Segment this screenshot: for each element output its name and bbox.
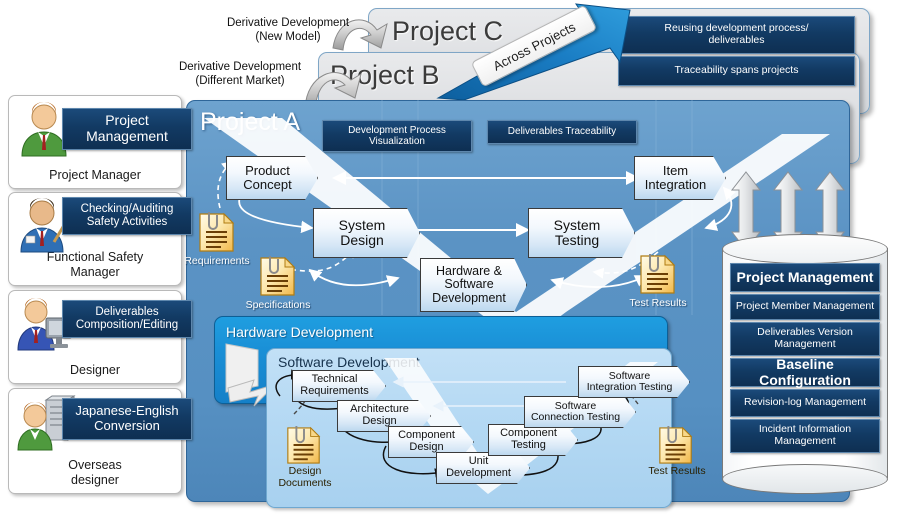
database-row-incident-information-management-label: Incident Information Management — [758, 423, 852, 447]
process-box-system-testing[interactable]: System Testing — [528, 208, 635, 258]
sw-box-technical-requirements[interactable]: Technical Requirements — [292, 370, 386, 402]
process-box-system-design-label: System Design — [338, 216, 386, 248]
database-row-deliverables-version-management[interactable]: Deliverables Version Management — [730, 322, 880, 356]
sw-box-software-connection-testing[interactable]: Software Connection Testing — [524, 396, 636, 428]
sw-test-results-document-label: Test Results — [648, 465, 706, 477]
sw-box-software-integration-testing[interactable]: Software Integration Testing — [578, 366, 690, 398]
sw-box-component-testing[interactable]: Component Testing — [488, 424, 578, 456]
database-row-project-member-management[interactable]: Project Member Management — [730, 294, 880, 320]
cross-project-banner-reuse: Reusing development process/ deliverable… — [618, 16, 855, 54]
process-box-item-integration-label: Item Integration — [644, 162, 707, 192]
persona-role-project-manager: Project Manager — [49, 167, 141, 182]
sw-box-technical-requirements-label: Technical Requirements — [300, 373, 369, 397]
derivative-new-model-label: Derivative Development (New Model) — [226, 17, 350, 44]
hardware-development-title: Hardware Development — [226, 324, 374, 340]
database-row-incident-information-management[interactable]: Incident Information Management — [730, 419, 880, 453]
sw-box-architecture-design-label: Architecture Design — [350, 403, 409, 427]
process-box-product-concept-label: Product Concept — [243, 162, 292, 192]
cross-project-banner-traceability: Traceability spans projects — [618, 56, 855, 86]
database-row-project-member-management-label: Project Member Management — [735, 300, 875, 313]
process-box-hw-sw-development-label: Hardware & Software Development — [432, 263, 506, 305]
diagram-canvas: Project C Project B Reusing development … — [0, 0, 900, 520]
sw-box-component-design-label: Component Design — [398, 429, 455, 453]
database-cylinder-bottom — [722, 464, 888, 494]
persona-tag-project-management-label: Project Management — [86, 112, 168, 144]
design-documents-label: Design Documents — [278, 465, 332, 489]
persona-role-overseas-designer: Overseas designer — [68, 458, 122, 487]
database-row-baseline-configuration-label: Baseline Configuration — [759, 355, 851, 388]
cross-project-banner-traceability-label: Traceability spans projects — [674, 64, 799, 77]
persona-role-functional-safety-manager: Functional Safety Manager — [46, 250, 144, 279]
persona-tag-deliverables-composition: Deliverables Composition/Editing — [62, 300, 192, 338]
sw-box-unit-development[interactable]: Unit Development — [436, 452, 530, 484]
requirements-document-label: Requirements — [184, 255, 250, 267]
persona-tag-checking-auditing-label: Checking/Auditing Safety Activities — [80, 203, 174, 228]
sw-box-component-testing-label: Component Testing — [500, 427, 557, 451]
test-results-document-label: Test Results — [629, 297, 687, 309]
persona-tag-checking-auditing: Checking/Auditing Safety Activities — [62, 197, 192, 235]
sw-box-unit-development-label: Unit Development — [446, 455, 511, 479]
sw-test-results-document-icon — [659, 426, 693, 464]
sw-box-software-connection-testing-label: Software Connection Testing — [530, 399, 621, 423]
sw-box-software-integration-testing-label: Software Integration Testing — [586, 369, 673, 393]
database-row-revision-log-management-label: Revision-log Management — [744, 396, 866, 409]
database-cylinder-top — [722, 234, 888, 264]
test-results-document-icon — [640, 254, 676, 294]
persona-role-designer: Designer — [69, 362, 121, 377]
persona-tag-japanese-english-conversion-label: Japanese-English Conversion — [75, 403, 179, 433]
process-box-system-testing-label: System Testing — [553, 216, 601, 248]
specifications-document-icon — [260, 256, 296, 296]
persona-tag-deliverables-composition-label: Deliverables Composition/Editing — [75, 306, 179, 331]
derivative-different-market-label: Derivative Development (Different Market… — [178, 61, 302, 88]
process-box-system-design[interactable]: System Design — [313, 208, 420, 258]
database-row-project-management-label: Project Management — [736, 268, 874, 285]
database-row-baseline-configuration[interactable]: Baseline Configuration — [730, 355, 880, 388]
requirements-document-icon — [199, 212, 235, 252]
database-row-project-management[interactable]: Project Management — [730, 263, 880, 292]
cross-project-banner-reuse-label: Reusing development process/ deliverable… — [664, 22, 809, 46]
persona-tag-project-management: Project Management — [62, 108, 192, 150]
database-row-deliverables-version-management-label: Deliverables Version Management — [757, 326, 853, 350]
process-box-item-integration[interactable]: Item Integration — [634, 156, 726, 200]
specifications-document-label: Specifications — [245, 299, 311, 311]
process-box-product-concept[interactable]: Product Concept — [226, 156, 318, 200]
process-box-hw-sw-development[interactable]: Hardware & Software Development — [420, 258, 527, 312]
database-row-revision-log-management[interactable]: Revision-log Management — [730, 389, 880, 417]
persona-tag-japanese-english-conversion: Japanese-English Conversion — [62, 398, 192, 440]
design-documents-icon — [287, 426, 321, 464]
